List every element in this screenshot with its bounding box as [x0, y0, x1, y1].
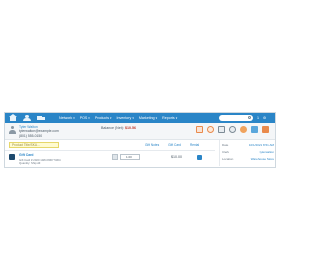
chevron-down-icon: ▾: [155, 116, 158, 120]
summary-row: Clerk tylerwalton: [222, 150, 274, 154]
customer-tools: [196, 126, 273, 133]
summary-value[interactable]: 10/1/2021 8:51 AM: [249, 143, 274, 147]
line-item-row: Gift Card Gift Card # 2020 1484 8067 530…: [5, 150, 215, 165]
menu-item-network[interactable]: Network▾: [59, 113, 75, 123]
gift-notes-link[interactable]: Gift Notes: [145, 143, 159, 147]
summary-row: Date 10/1/2021 8:51 AM: [222, 143, 274, 147]
home-icon[interactable]: [9, 114, 17, 121]
customer-phone: (801) 555-0150: [19, 133, 43, 138]
summary-value[interactable]: tylerwalton: [260, 150, 274, 154]
chevron-down-icon: ▾: [175, 116, 178, 120]
balance: Balance (Net): $10.56: [101, 126, 136, 130]
truck-icon[interactable]: [37, 115, 45, 121]
main-menu: Network▾ POS▾ Products▾ Inventory▾ Marke…: [59, 113, 182, 123]
avatar: [9, 126, 16, 134]
wrench-icon[interactable]: [218, 126, 225, 133]
summary-row: Location Warehouse Store: [222, 157, 274, 161]
chevron-down-icon: ▾: [110, 116, 112, 120]
chat-icon[interactable]: [207, 126, 214, 133]
document-icon[interactable]: [196, 126, 203, 133]
gift-icon[interactable]: [262, 126, 269, 133]
menu-item-marketing[interactable]: Marketing▾: [139, 113, 157, 123]
gear-icon[interactable]: ⚙: [263, 115, 266, 121]
line-item-detail-2: Quantity: Ship All: [19, 160, 41, 165]
line-item-title[interactable]: Gift Card: [19, 153, 34, 157]
settings-icon[interactable]: [229, 126, 236, 133]
quantity-button[interactable]: [112, 154, 118, 160]
gift-card-link[interactable]: Gift Card: [168, 143, 181, 147]
user-icon[interactable]: [23, 115, 31, 121]
customer-panel: Tyler Walton tylerwalton@example.com (80…: [5, 123, 275, 140]
global-search-input[interactable]: [219, 115, 253, 121]
menu-item-products[interactable]: Products▾: [95, 113, 112, 123]
chevron-down-icon: ▾: [88, 116, 90, 120]
order-summary: Date 10/1/2021 8:51 AM Clerk tylerwalton…: [219, 140, 276, 166]
flag-icon[interactable]: [251, 126, 258, 133]
menu-item-pos[interactable]: POS▾: [80, 113, 90, 123]
coin-icon[interactable]: [240, 126, 247, 133]
search-icon[interactable]: [248, 116, 251, 119]
chevron-down-icon: ▾: [132, 116, 134, 120]
summary-value[interactable]: Warehouse Store: [251, 157, 274, 161]
gift-card-icon: [9, 154, 15, 160]
chevron-down-icon: ▾: [73, 116, 75, 120]
product-search-input[interactable]: Product Title/SKU...: [9, 142, 59, 148]
customer-info: Tyler Walton tylerwalton@example.com (80…: [19, 125, 59, 138]
menu-item-reports[interactable]: Reports▾: [162, 113, 177, 123]
quantity-field[interactable]: 1.00: [120, 154, 140, 160]
balance-label: Balance (Net):: [101, 126, 124, 130]
edit-icon[interactable]: [197, 154, 202, 160]
summary-label: Clerk: [222, 150, 230, 154]
nav-right: 1 ⚙: [257, 115, 270, 121]
top-nav-bar: Network▾ POS▾ Products▾ Inventory▾ Marke…: [5, 113, 275, 123]
pos-window: Network▾ POS▾ Products▾ Inventory▾ Marke…: [4, 112, 276, 168]
summary-label: Location: [222, 157, 234, 161]
rental-link[interactable]: Rental: [190, 143, 199, 147]
menu-item-inventory[interactable]: Inventory▾: [117, 113, 134, 123]
nav-icons: [9, 114, 51, 121]
balance-amount: $10.56: [124, 126, 136, 130]
order-actions: Gift Notes Gift Card Rental: [145, 143, 208, 147]
line-item-price: $10.00: [171, 155, 182, 159]
notification-count[interactable]: 1: [257, 115, 259, 121]
summary-label: Date: [222, 143, 229, 147]
